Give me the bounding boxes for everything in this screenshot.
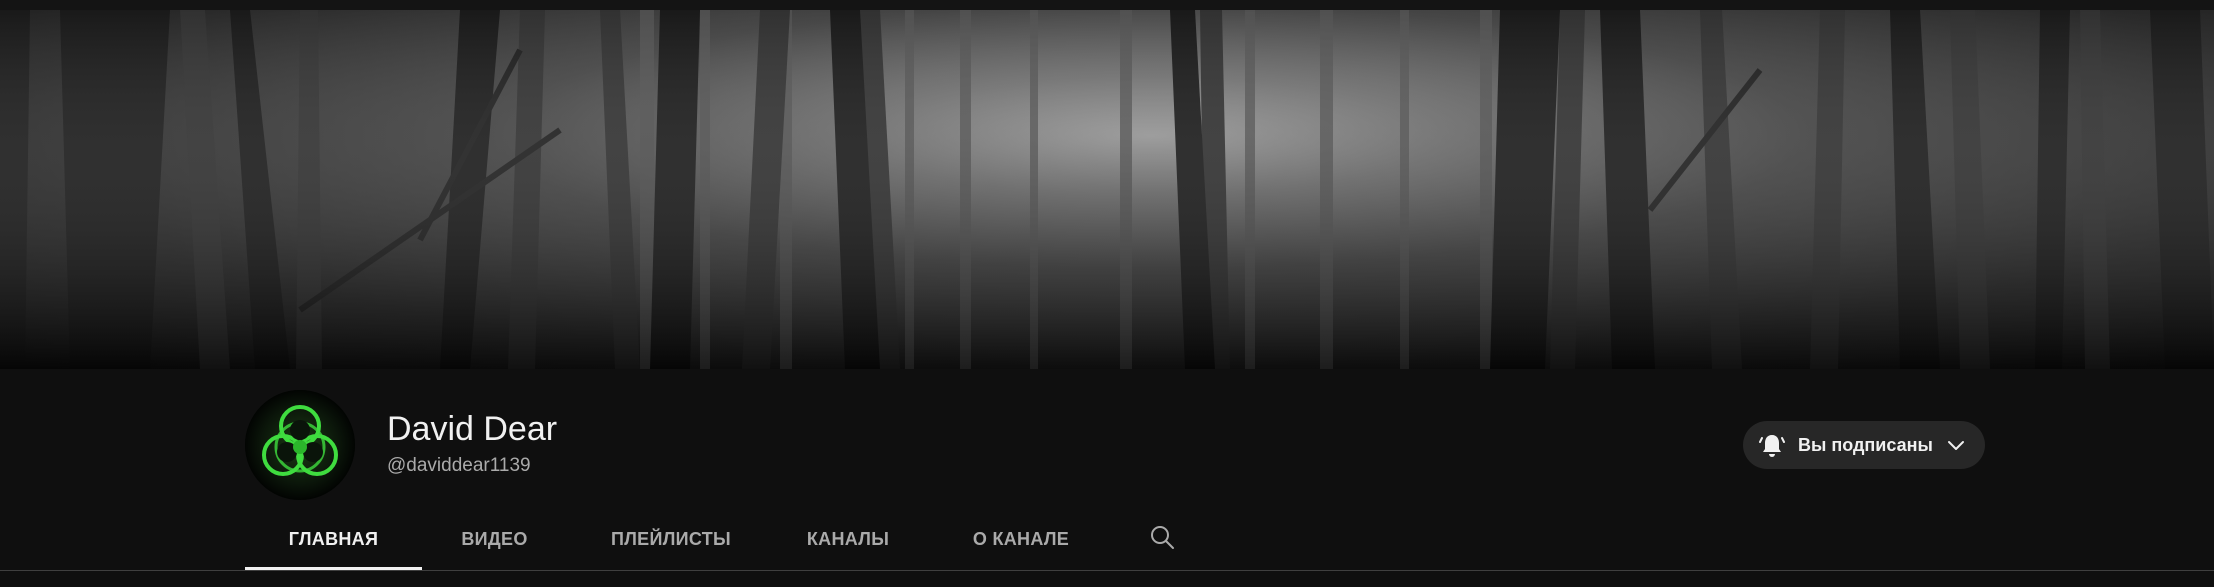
tabs-divider: [0, 570, 2214, 571]
chevron-down-icon: [1945, 434, 1967, 456]
tab-label: О КАНАЛЕ: [972, 528, 1070, 549]
tab-about[interactable]: О КАНАЛЕ: [921, 508, 1121, 570]
channel-banner: [0, 10, 2214, 369]
top-strip: [0, 0, 2214, 10]
tab-label: ВИДЕО: [461, 528, 528, 549]
tab-channels[interactable]: КАНАЛЫ: [775, 508, 921, 570]
bell-ringing-icon: [1757, 430, 1787, 460]
tab-label: КАНАЛЫ: [806, 528, 890, 549]
tab-home[interactable]: ГЛАВНАЯ: [245, 508, 422, 570]
tab-label: ГЛАВНАЯ: [288, 528, 379, 549]
channel-search-button[interactable]: [1121, 508, 1203, 570]
tab-playlists[interactable]: ПЛЕЙЛИСТЫ: [567, 508, 775, 570]
search-icon: [1148, 523, 1176, 556]
channel-tabs: ГЛАВНАЯ ВИДЕО ПЛЕЙЛИСТЫ КАНАЛЫ О КАНАЛЕ: [245, 508, 1203, 570]
channel-name: David Dear: [387, 410, 558, 448]
subscribed-label: Вы подписаны: [1798, 434, 1933, 455]
channel-meta: David Dear @daviddear1139: [387, 408, 557, 480]
channel-header: David Dear @daviddear1139 Вы подписаны: [245, 390, 1985, 500]
tab-label: ПЛЕЙЛИСТЫ: [611, 528, 731, 549]
subscribed-button[interactable]: Вы подписаны: [1743, 421, 1985, 469]
channel-avatar[interactable]: [245, 390, 355, 500]
channel-handle: @daviddear1139: [387, 455, 531, 476]
biohazard-icon: [245, 390, 355, 500]
tab-videos[interactable]: ВИДЕО: [422, 508, 567, 570]
